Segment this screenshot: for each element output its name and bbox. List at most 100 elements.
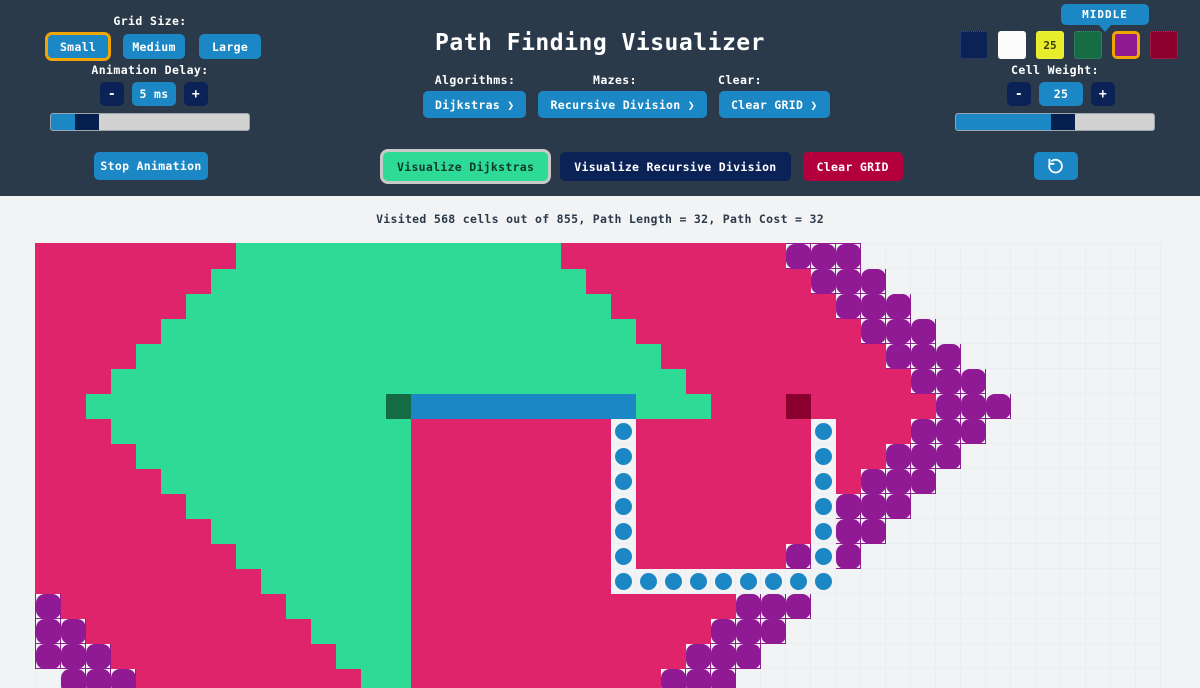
grid-cell[interactable]: [560, 393, 586, 419]
grid-cell[interactable]: [310, 268, 336, 294]
animation-delay-value[interactable]: 5 ms: [132, 82, 176, 106]
grid-cell[interactable]: [1085, 543, 1111, 569]
grid-cell[interactable]: [985, 293, 1011, 319]
grid-cell[interactable]: [785, 318, 811, 344]
grid-cell[interactable]: [685, 418, 711, 444]
grid-cell[interactable]: [785, 468, 811, 494]
grid-cell[interactable]: [385, 343, 411, 369]
grid-cell[interactable]: [260, 418, 286, 444]
grid-cell[interactable]: [1010, 618, 1036, 644]
grid-cell[interactable]: [710, 293, 736, 319]
grid-cell[interactable]: [585, 268, 611, 294]
grid-cell[interactable]: [760, 668, 786, 688]
grid-cell[interactable]: [185, 518, 211, 544]
grid-cell[interactable]: [310, 343, 336, 369]
grid-cell[interactable]: [260, 668, 286, 688]
grid-cell[interactable]: [210, 418, 236, 444]
grid-cell[interactable]: [60, 468, 86, 494]
grid-cell[interactable]: [335, 243, 361, 269]
grid-cell[interactable]: [1110, 468, 1136, 494]
grid-cell[interactable]: [1035, 418, 1061, 444]
grid-cell[interactable]: [560, 293, 586, 319]
grid-cell[interactable]: [1060, 293, 1086, 319]
grid-cell[interactable]: [860, 493, 886, 519]
grid-cell[interactable]: [760, 593, 786, 619]
grid-cell[interactable]: [60, 493, 86, 519]
grid-cell[interactable]: [735, 593, 761, 619]
grid-cell[interactable]: [1135, 493, 1161, 519]
grid-cell[interactable]: [660, 318, 686, 344]
grid-cell[interactable]: [510, 493, 536, 519]
grid-cell[interactable]: [1135, 368, 1161, 394]
grid-cell[interactable]: [1035, 643, 1061, 669]
grid-cell[interactable]: [1060, 268, 1086, 294]
grid-cell[interactable]: [35, 493, 61, 519]
grid-cell[interactable]: [810, 343, 836, 369]
grid-cell[interactable]: [485, 243, 511, 269]
grid-cell[interactable]: [435, 318, 461, 344]
grid-cell[interactable]: [110, 418, 136, 444]
grid-cell[interactable]: [810, 318, 836, 344]
grid-cell[interactable]: [335, 518, 361, 544]
grid-cell[interactable]: [1060, 593, 1086, 619]
grid-cell[interactable]: [735, 543, 761, 569]
grid-cell[interactable]: [835, 643, 861, 669]
grid-cell[interactable]: [760, 518, 786, 544]
grid-cell[interactable]: [285, 318, 311, 344]
grid-cell[interactable]: [535, 318, 561, 344]
grid-cell[interactable]: [435, 543, 461, 569]
grid-cell[interactable]: [1060, 418, 1086, 444]
grid-cell[interactable]: [160, 518, 186, 544]
grid-cell[interactable]: [1035, 543, 1061, 569]
grid-cell[interactable]: [935, 293, 961, 319]
grid-cell[interactable]: [635, 268, 661, 294]
grid-cell[interactable]: [885, 643, 911, 669]
grid-cell[interactable]: [460, 468, 486, 494]
grid-cell[interactable]: [310, 618, 336, 644]
grid-cell[interactable]: [210, 468, 236, 494]
grid-cell[interactable]: [135, 293, 161, 319]
grid-cell[interactable]: [960, 393, 986, 419]
grid-cell[interactable]: [785, 343, 811, 369]
grid-cell[interactable]: [660, 568, 686, 594]
grid-cell[interactable]: [360, 268, 386, 294]
grid-cell[interactable]: [260, 643, 286, 669]
grid-cell[interactable]: [560, 593, 586, 619]
grid-cell[interactable]: [185, 643, 211, 669]
grid-cell[interactable]: [285, 268, 311, 294]
grid-cell[interactable]: [485, 393, 511, 419]
grid-cell[interactable]: [860, 568, 886, 594]
grid-cell[interactable]: [235, 343, 261, 369]
grid-cell[interactable]: [360, 443, 386, 469]
grid-cell[interactable]: [60, 343, 86, 369]
grid-cell[interactable]: [610, 518, 636, 544]
grid-cell[interactable]: [460, 618, 486, 644]
grid-cell[interactable]: [685, 443, 711, 469]
grid-cell[interactable]: [735, 318, 761, 344]
grid-cell[interactable]: [110, 393, 136, 419]
grid-cell[interactable]: [1035, 343, 1061, 369]
grid-cell[interactable]: [660, 493, 686, 519]
grid-cell[interactable]: [510, 668, 536, 688]
grid-cell[interactable]: [485, 418, 511, 444]
grid-cell[interactable]: [1060, 518, 1086, 544]
grid-cell[interactable]: [160, 293, 186, 319]
grid-cell[interactable]: [1135, 243, 1161, 269]
grid-cell[interactable]: [435, 418, 461, 444]
grid-cell[interactable]: [785, 568, 811, 594]
grid-cell[interactable]: [1035, 368, 1061, 394]
grid-cell[interactable]: [385, 368, 411, 394]
grid-cell[interactable]: [260, 393, 286, 419]
grid-cell[interactable]: [85, 468, 111, 494]
grid-cell[interactable]: [585, 368, 611, 394]
grid-cell[interactable]: [860, 318, 886, 344]
grid-cell[interactable]: [210, 268, 236, 294]
grid-cell[interactable]: [735, 243, 761, 269]
grid-cell[interactable]: [35, 593, 61, 619]
grid-cell[interactable]: [1110, 343, 1136, 369]
grid-cell[interactable]: [810, 293, 836, 319]
grid-cell[interactable]: [210, 668, 236, 688]
grid-cell[interactable]: [835, 243, 861, 269]
visualizer-grid[interactable]: [35, 243, 1171, 688]
grid-cell[interactable]: [810, 643, 836, 669]
